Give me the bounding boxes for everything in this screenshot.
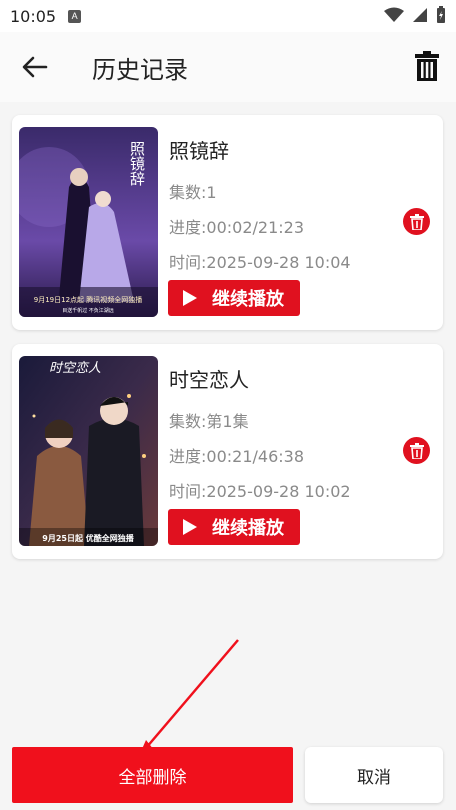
item-title: 照镜辞 [169,139,229,163]
poster-image[interactable]: 照镜辞 9月19日12点起 腾讯视频全网独播 目送千帆过 不负江湖远 [19,127,158,317]
wifi-icon [384,7,404,22]
poster-tagline: 9月25日起 优酷全网独播 [42,533,134,543]
status-time: 10:05 [10,6,57,26]
item-episodes: 集数:第1集 [169,412,249,431]
bottom-action-bar: 全部删除 取消 [0,740,456,810]
item-title: 时空恋人 [169,368,249,392]
item-progress: 进度:00:21/46:38 [169,447,305,466]
item-time: 时间:2025-09-28 10:02 [169,482,351,501]
signal-icon [413,8,427,22]
status-bar: 10:05 A [0,0,456,32]
history-item[interactable]: 照镜辞 9月19日12点起 腾讯视频全网独播 目送千帆过 不负江湖远 照镜辞 集… [12,115,443,330]
arrow-left-icon [22,56,48,78]
delete-all-button[interactable]: 全部删除 [12,747,293,803]
notification-icon: A [68,9,82,23]
delete-item-button[interactable] [403,208,430,235]
resume-button[interactable]: 继续播放 [168,509,300,545]
resume-button[interactable]: 继续播放 [168,280,300,316]
poster-image[interactable]: 时空恋人 9月25日起 优酷全网独播 [19,356,158,546]
clear-history-button[interactable] [412,48,442,84]
app-bar: 历史记录 [0,32,456,102]
poster-tagline: 9月19日12点起 腾讯视频全网独播 [34,295,143,304]
item-episodes: 集数:1 [169,183,217,202]
back-button[interactable] [20,52,50,82]
cancel-button[interactable]: 取消 [305,747,443,803]
play-icon [183,519,197,535]
poster-title-art: 时空恋人 [49,360,101,376]
status-icons [384,6,446,24]
resume-label: 继续播放 [212,518,284,539]
play-icon [183,290,197,306]
battery-icon [437,6,445,23]
item-progress: 进度:00:02/21:23 [169,218,305,237]
delete-item-button[interactable] [403,437,430,464]
trash-icon [409,213,424,230]
item-time: 时间:2025-09-28 10:04 [169,253,351,272]
trash-icon [415,51,439,81]
trash-icon [409,442,424,459]
history-item[interactable]: 时空恋人 9月25日起 优酷全网独播 时空恋人 集数:第1集 进度:00:21/… [12,344,443,559]
resume-label: 继续播放 [212,289,284,310]
poster-subline: 目送千帆过 不负江湖远 [62,307,114,314]
poster-title-art: 照镜辞 [128,141,146,186]
page-title: 历史记录 [92,56,188,84]
